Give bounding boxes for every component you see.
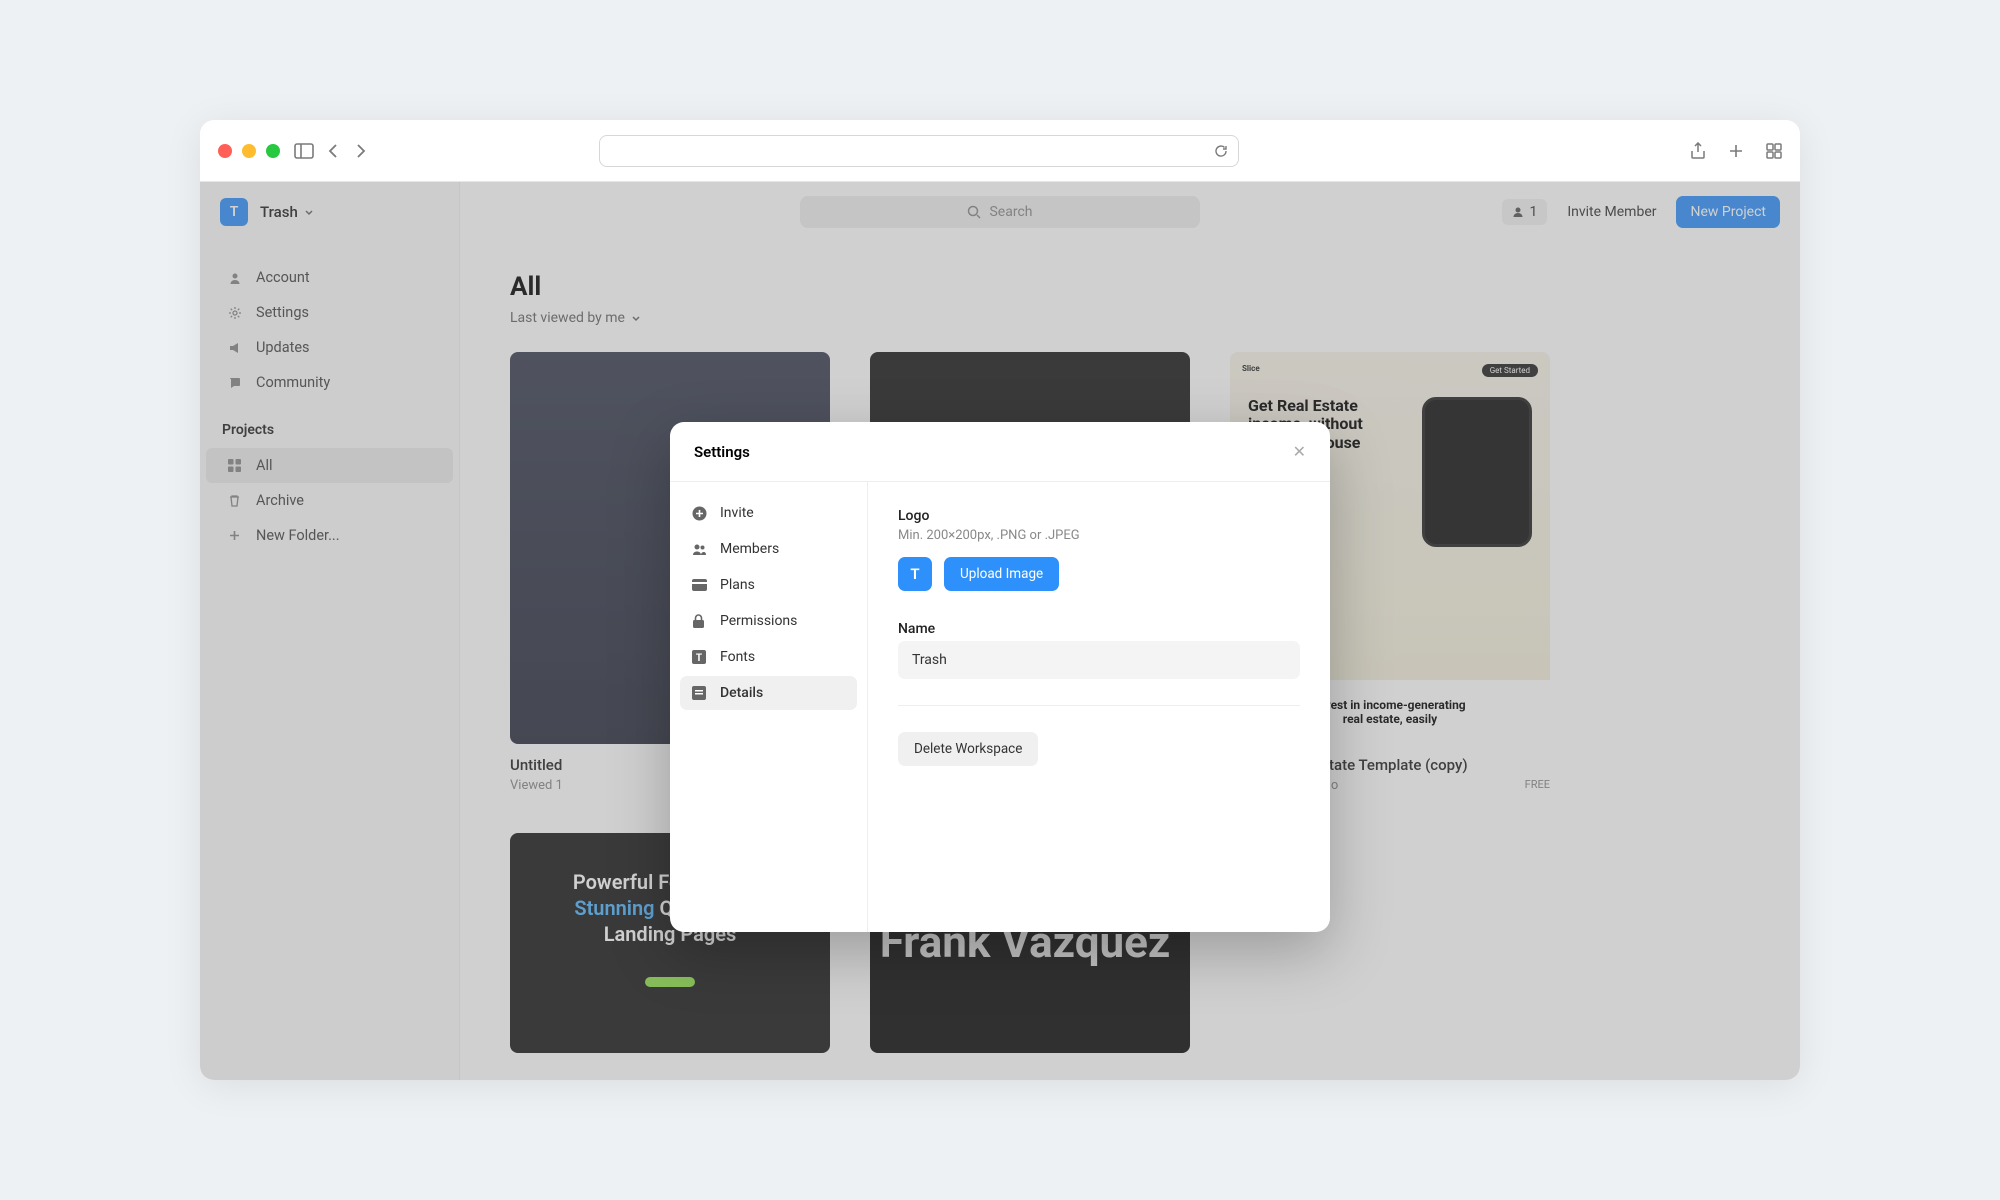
tab-details[interactable]: Details — [680, 676, 857, 710]
tab-permissions[interactable]: Permissions — [680, 604, 857, 638]
titlebar — [200, 120, 1800, 182]
forward-icon[interactable] — [354, 143, 366, 159]
divider — [898, 705, 1300, 706]
share-icon[interactable] — [1690, 142, 1706, 160]
sidebar-toggle-icon[interactable] — [294, 143, 314, 159]
modal-content: Logo Min. 200×200px, .PNG or .JPEG T Upl… — [868, 482, 1330, 932]
tabs-grid-icon[interactable] — [1766, 142, 1782, 160]
logo-preview: T — [898, 557, 932, 591]
delete-workspace-button[interactable]: Delete Workspace — [898, 732, 1038, 766]
upload-image-button[interactable]: Upload Image — [944, 557, 1059, 591]
back-icon[interactable] — [328, 143, 340, 159]
tab-members[interactable]: Members — [680, 532, 857, 566]
tab-plans[interactable]: Plans — [680, 568, 857, 602]
minimize-window-icon[interactable] — [242, 144, 256, 158]
maximize-window-icon[interactable] — [266, 144, 280, 158]
modal-sidebar: Invite Members Plans Permissions — [670, 482, 868, 932]
details-icon — [692, 686, 708, 700]
reload-icon[interactable] — [1214, 144, 1228, 158]
workspace-name-input[interactable] — [898, 641, 1300, 679]
plus-circle-icon — [692, 506, 708, 521]
card-icon — [692, 579, 708, 591]
modal-overlay[interactable]: Settings ✕ Invite Members Plans — [200, 182, 1800, 1080]
browser-window: T Trash Search 1 Invite Member New Proje… — [200, 120, 1800, 1080]
svg-text:T: T — [696, 653, 702, 664]
logo-hint: Min. 200×200px, .PNG or .JPEG — [898, 528, 1300, 543]
tab-fonts[interactable]: T Fonts — [680, 640, 857, 674]
name-label: Name — [898, 621, 1300, 637]
new-tab-icon[interactable] — [1728, 142, 1744, 160]
traffic-lights — [218, 144, 280, 158]
logo-label: Logo — [898, 508, 1300, 524]
lock-icon — [692, 614, 708, 629]
people-icon — [692, 542, 708, 557]
url-bar[interactable] — [599, 135, 1239, 167]
settings-modal: Settings ✕ Invite Members Plans — [670, 422, 1330, 932]
tab-invite[interactable]: Invite — [680, 496, 857, 530]
modal-title: Settings — [694, 443, 750, 461]
font-icon: T — [692, 650, 708, 664]
close-icon[interactable]: ✕ — [1293, 442, 1306, 461]
close-window-icon[interactable] — [218, 144, 232, 158]
